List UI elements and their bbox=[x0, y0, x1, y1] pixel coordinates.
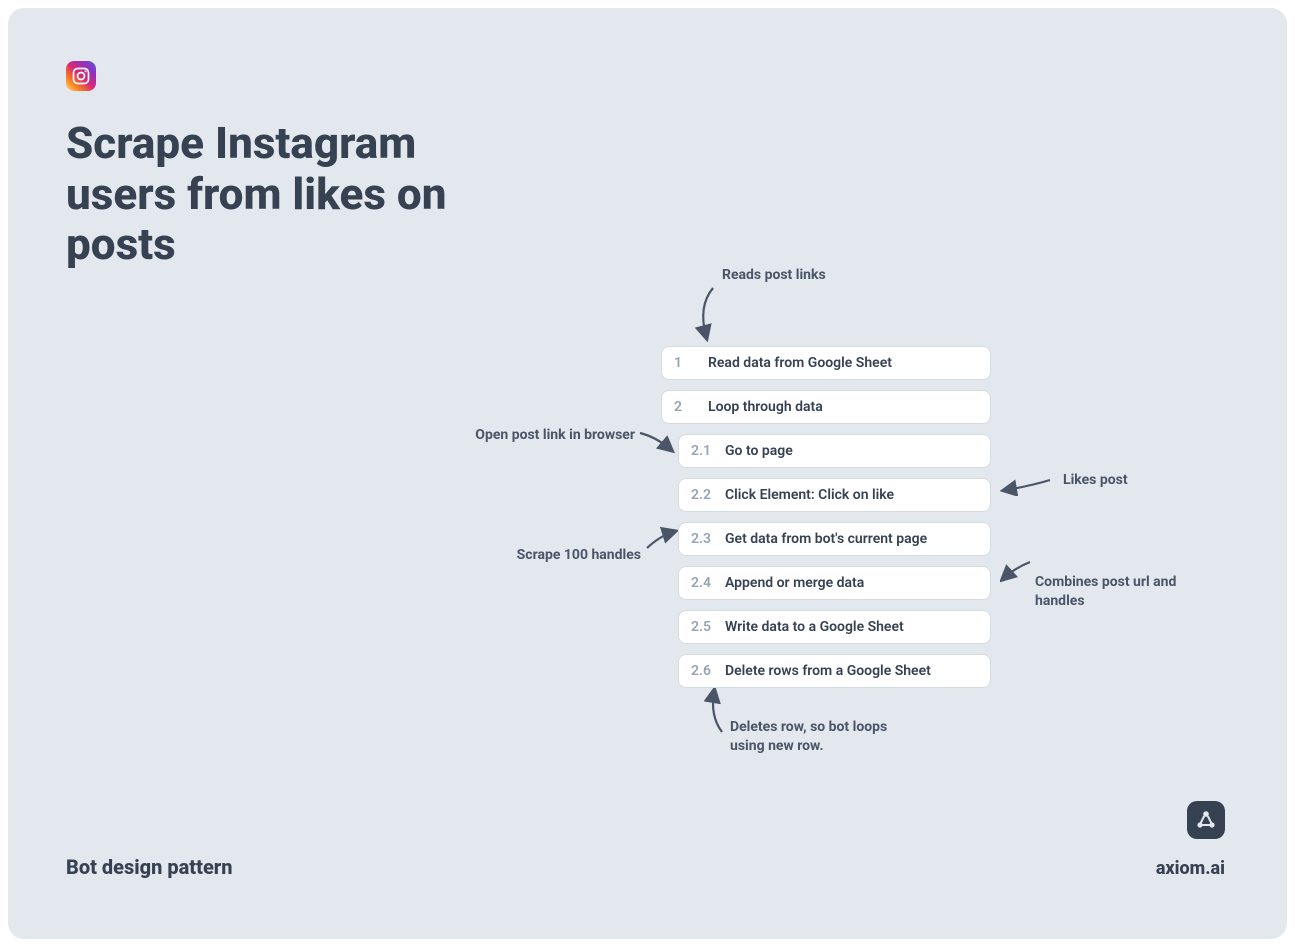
step-label: Write data to a Google Sheet bbox=[725, 619, 904, 635]
annotation-scrape-handles: Scrape 100 handles bbox=[501, 546, 641, 565]
annotation-likes-post: Likes post bbox=[1063, 471, 1128, 490]
footer-label: Bot design pattern bbox=[66, 855, 233, 879]
step-row: 2.5 Write data to a Google Sheet bbox=[678, 610, 991, 644]
step-label: Append or merge data bbox=[725, 575, 864, 591]
step-number: 2 bbox=[674, 399, 696, 415]
step-number: 2.2 bbox=[691, 487, 713, 503]
step-number: 2.5 bbox=[691, 619, 713, 635]
step-row: 2.2 Click Element: Click on like bbox=[678, 478, 991, 512]
instagram-icon bbox=[66, 61, 96, 91]
step-label: Delete rows from a Google Sheet bbox=[725, 663, 931, 679]
axiom-logo-icon bbox=[1187, 801, 1225, 839]
step-label: Click Element: Click on like bbox=[725, 487, 894, 503]
step-row: 2.3 Get data from bot's current page bbox=[678, 522, 991, 556]
step-label: Go to page bbox=[725, 443, 793, 459]
annotation-deletes-row: Deletes row, so bot loops using new row. bbox=[730, 718, 900, 756]
step-row: 2.6 Delete rows from a Google Sheet bbox=[678, 654, 991, 688]
step-row: 1 Read data from Google Sheet bbox=[661, 346, 991, 380]
step-number: 2.4 bbox=[691, 575, 713, 591]
annotation-combines: Combines post url and handles bbox=[1035, 573, 1185, 611]
step-number: 1 bbox=[674, 355, 696, 371]
annotation-open-post-link: Open post link in browser bbox=[445, 426, 635, 445]
step-number: 2.1 bbox=[691, 443, 713, 459]
arrow-likes-post bbox=[1000, 474, 1055, 496]
step-row: 2.1 Go to page bbox=[678, 434, 991, 468]
step-row: 2 Loop through data bbox=[661, 390, 991, 424]
annotation-reads-post-links: Reads post links bbox=[722, 266, 826, 285]
arrow-combines bbox=[1000, 560, 1035, 586]
step-number: 2.3 bbox=[691, 531, 713, 547]
arrow-scrape-handles bbox=[645, 526, 680, 554]
arrow-deletes-row bbox=[704, 688, 728, 738]
arrow-open-post-link bbox=[638, 427, 678, 455]
step-label: Get data from bot's current page bbox=[725, 531, 927, 547]
step-label: Read data from Google Sheet bbox=[708, 355, 892, 371]
step-number: 2.6 bbox=[691, 663, 713, 679]
footer-brand: axiom.ai bbox=[1156, 858, 1225, 879]
step-label: Loop through data bbox=[708, 399, 823, 415]
diagram-canvas: Scrape Instagram users from likes on pos… bbox=[8, 8, 1287, 939]
arrow-reads-post-links bbox=[688, 286, 728, 346]
page-title: Scrape Instagram users from likes on pos… bbox=[66, 118, 506, 270]
step-row: 2.4 Append or merge data bbox=[678, 566, 991, 600]
